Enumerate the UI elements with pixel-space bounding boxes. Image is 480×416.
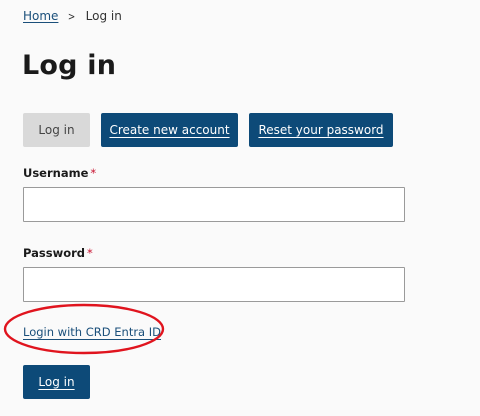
tab-create-account[interactable]: Create new account [101, 113, 238, 147]
required-marker: * [87, 246, 93, 260]
account-tabs: Log in Create new account Reset your pas… [23, 113, 404, 147]
breadcrumb-home-link[interactable]: Home [23, 9, 58, 23]
required-marker: * [90, 166, 97, 180]
breadcrumb: Home > Log in [23, 9, 122, 23]
submit-button-label: Log in [38, 375, 75, 389]
breadcrumb-current: Log in [85, 9, 122, 23]
username-input[interactable] [23, 187, 405, 222]
username-label: Username * [23, 166, 97, 180]
submit-button[interactable]: Log in [23, 365, 90, 399]
password-input[interactable] [23, 267, 405, 302]
password-label: Password * [23, 246, 93, 260]
page-title: Log in [22, 50, 117, 81]
tab-log-in[interactable]: Log in [23, 113, 90, 147]
chevron-right-icon: > [68, 9, 76, 23]
sso-login-link[interactable]: Login with CRD Entra ID [23, 325, 161, 339]
tab-reset-password[interactable]: Reset your password [249, 113, 393, 147]
